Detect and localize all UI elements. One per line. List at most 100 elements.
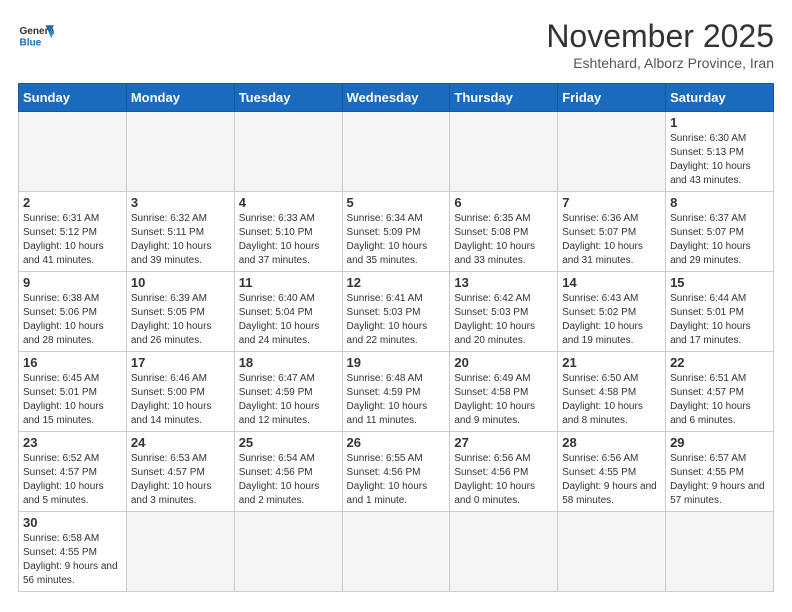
table-row (558, 512, 666, 592)
day-info: Sunrise: 6:44 AM Sunset: 5:01 PM Dayligh… (670, 292, 769, 348)
day-info: Sunrise: 6:51 AM Sunset: 4:57 PM Dayligh… (670, 372, 769, 428)
day-info: Sunrise: 6:34 AM Sunset: 5:09 PM Dayligh… (347, 212, 446, 268)
location-subtitle: Eshtehard, Alborz Province, Iran (546, 55, 774, 71)
day-info: Sunrise: 6:56 AM Sunset: 4:56 PM Dayligh… (454, 452, 553, 508)
day-number: 12 (347, 275, 446, 290)
page: General Blue November 2025 Eshtehard, Al… (0, 0, 792, 602)
day-number: 7 (562, 195, 661, 210)
table-row (234, 512, 342, 592)
table-row: 20 Sunrise: 6:49 AM Sunset: 4:58 PM Dayli… (450, 352, 558, 432)
day-number: 19 (347, 355, 446, 370)
day-info: Sunrise: 6:30 AM Sunset: 5:13 PM Dayligh… (670, 132, 769, 188)
day-info: Sunrise: 6:53 AM Sunset: 4:57 PM Dayligh… (131, 452, 230, 508)
table-row: 28 Sunrise: 6:56 AM Sunset: 4:55 PM Dayli… (558, 432, 666, 512)
table-row: 13Sunrise: 6:42 AM Sunset: 5:03 PM Dayli… (450, 272, 558, 352)
day-info: Sunrise: 6:49 AM Sunset: 4:58 PM Dayligh… (454, 372, 553, 428)
day-info: Sunrise: 6:32 AM Sunset: 5:11 PM Dayligh… (131, 212, 230, 268)
day-info: Sunrise: 6:54 AM Sunset: 4:56 PM Dayligh… (239, 452, 338, 508)
table-row: 23 Sunrise: 6:52 AM Sunset: 4:57 PM Dayli… (19, 432, 127, 512)
table-row: 22 Sunrise: 6:51 AM Sunset: 4:57 PM Dayli… (666, 352, 774, 432)
day-info: Sunrise: 6:37 AM Sunset: 5:07 PM Dayligh… (670, 212, 769, 268)
logo: General Blue (18, 18, 54, 54)
header-monday: Monday (126, 84, 234, 112)
day-number: 6 (454, 195, 553, 210)
header-sunday: Sunday (19, 84, 127, 112)
table-row (342, 512, 450, 592)
table-row (234, 112, 342, 192)
day-number: 25 (239, 435, 338, 450)
table-row: 4 Sunrise: 6:33 AM Sunset: 5:10 PM Daylig… (234, 192, 342, 272)
day-number: 15 (670, 275, 769, 290)
weekday-header-row: Sunday Monday Tuesday Wednesday Thursday… (19, 84, 774, 112)
day-number: 8 (670, 195, 769, 210)
day-info: Sunrise: 6:41 AM Sunset: 5:03 PM Dayligh… (347, 292, 446, 348)
header-wednesday: Wednesday (342, 84, 450, 112)
header-thursday: Thursday (450, 84, 558, 112)
day-info: Sunrise: 6:38 AM Sunset: 5:06 PM Dayligh… (23, 292, 122, 348)
day-info: Sunrise: 6:56 AM Sunset: 4:55 PM Dayligh… (562, 452, 661, 508)
day-info: Sunrise: 6:55 AM Sunset: 4:56 PM Dayligh… (347, 452, 446, 508)
day-info: Sunrise: 6:57 AM Sunset: 4:55 PM Dayligh… (670, 452, 769, 508)
table-row (19, 112, 127, 192)
table-row: 7 Sunrise: 6:36 AM Sunset: 5:07 PM Daylig… (558, 192, 666, 272)
day-info: Sunrise: 6:40 AM Sunset: 5:04 PM Dayligh… (239, 292, 338, 348)
table-row: 27 Sunrise: 6:56 AM Sunset: 4:56 PM Dayli… (450, 432, 558, 512)
calendar-week-row: 9 Sunrise: 6:38 AM Sunset: 5:06 PM Daylig… (19, 272, 774, 352)
calendar-week-row: 16 Sunrise: 6:45 AM Sunset: 5:01 PM Dayli… (19, 352, 774, 432)
table-row: 9 Sunrise: 6:38 AM Sunset: 5:06 PM Daylig… (19, 272, 127, 352)
table-row: 19 Sunrise: 6:48 AM Sunset: 4:59 PM Dayli… (342, 352, 450, 432)
day-number: 23 (23, 435, 122, 450)
table-row: 29Sunrise: 6:57 AM Sunset: 4:55 PM Dayli… (666, 432, 774, 512)
day-info: Sunrise: 6:43 AM Sunset: 5:02 PM Dayligh… (562, 292, 661, 348)
table-row (126, 512, 234, 592)
day-number: 11 (239, 275, 338, 290)
table-row: 15 Sunrise: 6:44 AM Sunset: 5:01 PM Dayli… (666, 272, 774, 352)
table-row: 1Sunrise: 6:30 AM Sunset: 5:13 PM Daylig… (666, 112, 774, 192)
table-row: 18Sunrise: 6:47 AM Sunset: 4:59 PM Dayli… (234, 352, 342, 432)
calendar-week-row: 1Sunrise: 6:30 AM Sunset: 5:13 PM Daylig… (19, 112, 774, 192)
day-number: 9 (23, 275, 122, 290)
day-info: Sunrise: 6:33 AM Sunset: 5:10 PM Dayligh… (239, 212, 338, 268)
calendar-table: Sunday Monday Tuesday Wednesday Thursday… (18, 83, 774, 592)
day-info: Sunrise: 6:39 AM Sunset: 5:05 PM Dayligh… (131, 292, 230, 348)
table-row (666, 512, 774, 592)
calendar-week-row: 23 Sunrise: 6:52 AM Sunset: 4:57 PM Dayli… (19, 432, 774, 512)
day-number: 27 (454, 435, 553, 450)
month-title: November 2025 (546, 18, 774, 55)
day-info: Sunrise: 6:52 AM Sunset: 4:57 PM Dayligh… (23, 452, 122, 508)
table-row: 3Sunrise: 6:32 AM Sunset: 5:11 PM Daylig… (126, 192, 234, 272)
header-tuesday: Tuesday (234, 84, 342, 112)
table-row: 12 Sunrise: 6:41 AM Sunset: 5:03 PM Dayli… (342, 272, 450, 352)
day-info: Sunrise: 6:48 AM Sunset: 4:59 PM Dayligh… (347, 372, 446, 428)
day-number: 16 (23, 355, 122, 370)
title-block: November 2025 Eshtehard, Alborz Province… (546, 18, 774, 71)
day-info: Sunrise: 6:58 AM Sunset: 4:55 PM Dayligh… (23, 532, 122, 588)
day-number: 5 (347, 195, 446, 210)
table-row (558, 112, 666, 192)
day-number: 24 (131, 435, 230, 450)
table-row: 6Sunrise: 6:35 AM Sunset: 5:08 PM Daylig… (450, 192, 558, 272)
day-number: 10 (131, 275, 230, 290)
day-number: 18 (239, 355, 338, 370)
table-row: 24 Sunrise: 6:53 AM Sunset: 4:57 PM Dayli… (126, 432, 234, 512)
table-row: 14Sunrise: 6:43 AM Sunset: 5:02 PM Dayli… (558, 272, 666, 352)
table-row: 8 Sunrise: 6:37 AM Sunset: 5:07 PM Daylig… (666, 192, 774, 272)
day-info: Sunrise: 6:36 AM Sunset: 5:07 PM Dayligh… (562, 212, 661, 268)
day-number: 22 (670, 355, 769, 370)
day-info: Sunrise: 6:45 AM Sunset: 5:01 PM Dayligh… (23, 372, 122, 428)
calendar-week-row: 2Sunrise: 6:31 AM Sunset: 5:12 PM Daylig… (19, 192, 774, 272)
table-row: 26 Sunrise: 6:55 AM Sunset: 4:56 PM Dayli… (342, 432, 450, 512)
day-info: Sunrise: 6:50 AM Sunset: 4:58 PM Dayligh… (562, 372, 661, 428)
day-number: 21 (562, 355, 661, 370)
table-row: 16 Sunrise: 6:45 AM Sunset: 5:01 PM Dayli… (19, 352, 127, 432)
day-number: 17 (131, 355, 230, 370)
day-number: 13 (454, 275, 553, 290)
generalblue-logo-icon: General Blue (18, 18, 54, 54)
day-number: 26 (347, 435, 446, 450)
table-row (342, 112, 450, 192)
table-row: 30Sunrise: 6:58 AM Sunset: 4:55 PM Dayli… (19, 512, 127, 592)
table-row: 5 Sunrise: 6:34 AM Sunset: 5:09 PM Daylig… (342, 192, 450, 272)
day-number: 28 (562, 435, 661, 450)
day-number: 4 (239, 195, 338, 210)
day-number: 20 (454, 355, 553, 370)
